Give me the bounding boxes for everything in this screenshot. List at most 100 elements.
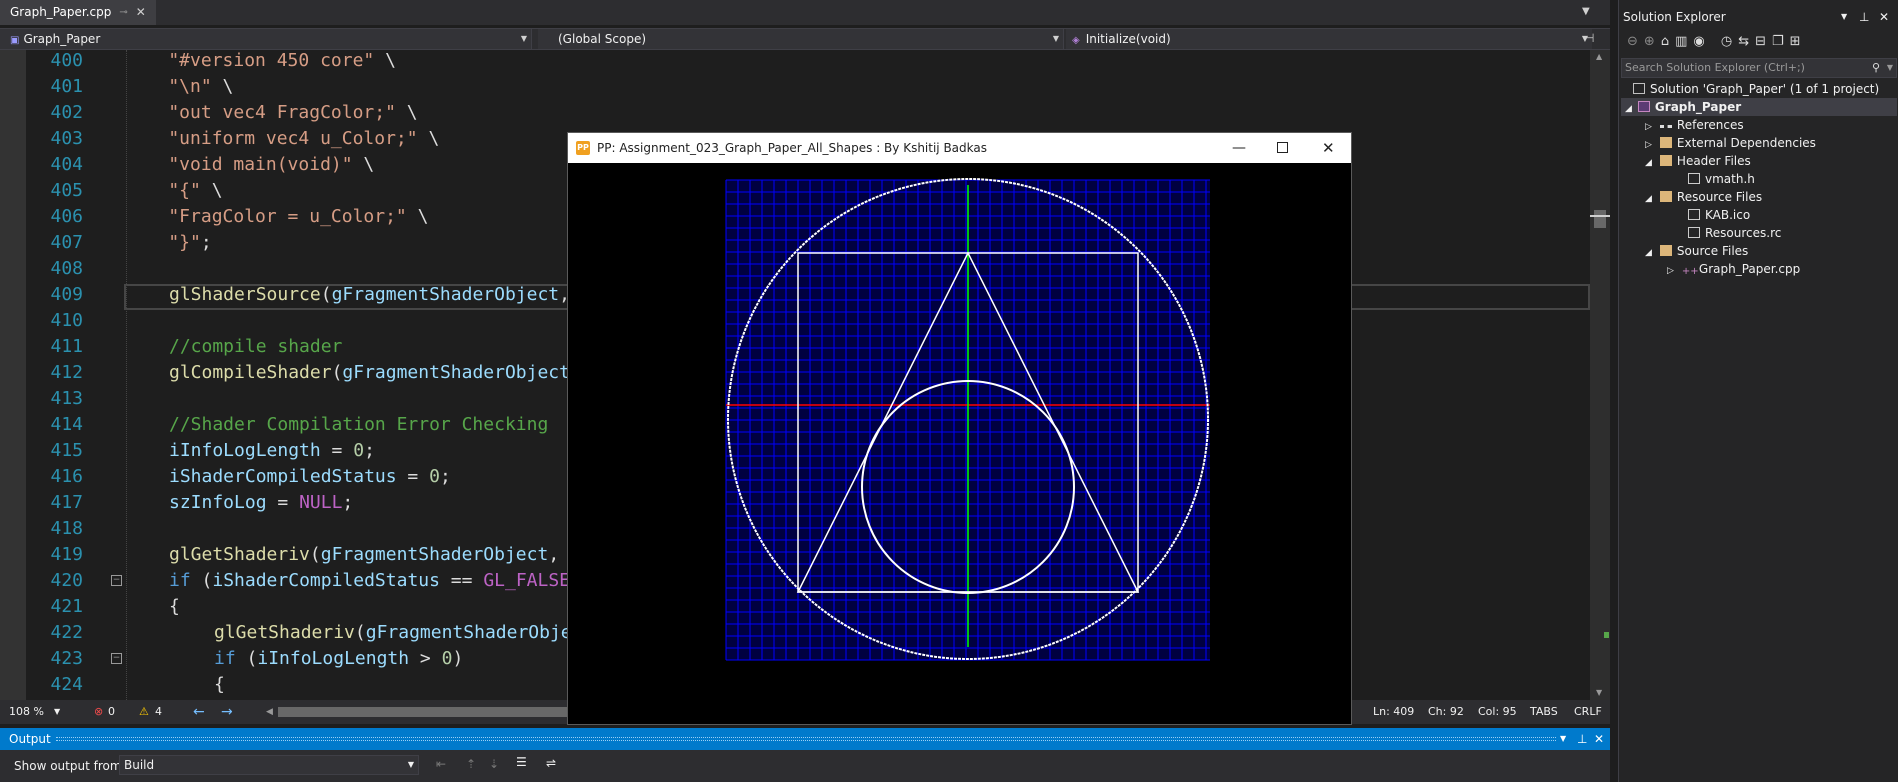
tree-item-references[interactable]: ▷ References (1645, 117, 1744, 136)
close-icon[interactable]: ✕ (1594, 728, 1604, 750)
maximize-icon[interactable] (1277, 142, 1288, 153)
navigate-forward-icon[interactable]: → (221, 700, 233, 724)
scroll-down-icon[interactable]: ▼ (1596, 688, 1602, 697)
scroll-up-icon[interactable]: ▲ (1596, 52, 1602, 61)
collapsed-arrow-icon[interactable]: ▷ (1667, 266, 1674, 276)
sync-icon[interactable]: ⇆ (1738, 34, 1755, 49)
method-icon: ◈ (1072, 35, 1080, 46)
pending-changes-icon[interactable]: ◷ (1721, 34, 1738, 49)
tree-item-source-files[interactable]: ◢ Source Files (1645, 243, 1748, 262)
tree-label: Resources.rc (1705, 226, 1782, 240)
opengl-app-window[interactable]: PP PP: Assignment_023_Graph_Paper_All_Sh… (567, 132, 1352, 725)
pin-icon[interactable]: ⊥ (1859, 6, 1869, 28)
word-wrap-icon[interactable]: ⇌ (546, 756, 556, 770)
close-icon[interactable]: ✕ (1879, 6, 1889, 28)
navigate-back-icon[interactable]: ← (193, 700, 205, 724)
close-icon[interactable]: ✕ (1322, 133, 1335, 163)
cpp-file-icon: ▣ (10, 35, 20, 46)
scrollbar-thumb[interactable] (1594, 210, 1606, 228)
member-dropdown[interactable]: ◈ Initialize(void) ▼ (1066, 29, 1592, 49)
solution-explorer-search-input[interactable]: Search Solution Explorer (Ctrl+;) ⚲ ▼ (1621, 58, 1897, 78)
code-line: if (iShaderCompiledStatus == GL_FALSE) (169, 570, 581, 591)
tree-item-external-dependencies[interactable]: ▷ External Dependencies (1645, 135, 1816, 154)
folder-icon (1659, 137, 1672, 148)
project-dropdown[interactable]: ▣ Graph_Paper ▼ (0, 29, 532, 49)
zoom-level[interactable]: 108 % (9, 700, 44, 724)
code-line: iShaderCompiledStatus = 0; (169, 466, 451, 487)
pin-icon[interactable]: ⊸ (119, 0, 127, 25)
expanded-arrow-icon[interactable]: ◢ (1625, 104, 1632, 114)
error-icon[interactable]: ⊗ (94, 700, 103, 724)
tree-item-kab-ico[interactable]: KAB.ico (1688, 207, 1750, 224)
horizontal-scrollbar-thumb[interactable] (278, 707, 568, 717)
expanded-arrow-icon[interactable]: ◢ (1645, 158, 1652, 168)
tree-item-solution[interactable]: Solution 'Graph_Paper' (1 of 1 project) (1633, 81, 1879, 98)
find-message-icon[interactable]: ⇤ (436, 757, 446, 771)
line-number: 421 (50, 596, 83, 617)
drag-grip[interactable] (56, 737, 1556, 741)
tree-item-graph-paper-cpp[interactable]: ▷ ++Graph_Paper.cpp (1667, 261, 1800, 280)
output-panel-header[interactable]: Output ▼ ⊥ ✕ (0, 728, 1610, 750)
line-ending-indicator[interactable]: CRLF (1574, 700, 1602, 724)
pin-icon[interactable]: ⊥ (1577, 728, 1587, 750)
previous-message-icon[interactable]: ⇡ (466, 757, 476, 771)
home-icon[interactable]: ⌂ (1661, 34, 1675, 49)
solution-explorer: Solution Explorer ▼ ⊥ ✕ ⊖⊕⌂▥◉ ◷⇆⊟❐⊞ Sear… (1618, 0, 1898, 782)
collapsed-arrow-icon[interactable]: ▷ (1645, 122, 1652, 132)
clear-all-icon[interactable]: ☰ (516, 755, 527, 769)
collapse-toggle-icon[interactable]: − (111, 653, 122, 664)
output-panel: Show output from: Build ▼ ⇤ ⇡ ⇣ ☰ ⇌ (0, 750, 1610, 782)
warning-icon[interactable]: ⚠ (139, 700, 149, 724)
tree-item-resources-rc[interactable]: Resources.rc (1688, 225, 1781, 242)
line-number: 419 (50, 544, 83, 565)
vs-icon[interactable]: ◉ (1693, 34, 1710, 49)
tree-item-vmath[interactable]: vmath.h (1688, 171, 1755, 188)
show-all-files-icon[interactable]: ❐ (1772, 34, 1790, 49)
scroll-left-icon[interactable]: ◀ (266, 700, 273, 724)
chevron-down-icon[interactable]: ▼ (1887, 59, 1893, 77)
search-icon[interactable]: ⚲ (1872, 59, 1880, 77)
collapse-toggle-icon[interactable]: − (111, 575, 122, 586)
collapse-all-icon[interactable]: ⊟ (1755, 34, 1772, 49)
chevron-down-icon[interactable]: ▼ (54, 700, 60, 724)
project-dropdown-label: Graph_Paper (23, 32, 101, 46)
collapsed-arrow-icon[interactable]: ▷ (1645, 140, 1652, 150)
scroll-position-marker (1590, 215, 1610, 217)
folder-icon (1659, 191, 1672, 202)
code-line: "FragColor = u_Color;" \ (125, 206, 429, 227)
line-number: 408 (50, 258, 83, 279)
warning-count[interactable]: 4 (155, 700, 162, 724)
forward-icon[interactable]: ⊕ (1644, 34, 1661, 49)
document-tab[interactable]: Graph_Paper.cpp ⊸ ✕ (0, 0, 156, 25)
switch-views-icon[interactable]: ▥ (1675, 34, 1693, 49)
tree-item-header-files[interactable]: ◢ Header Files (1645, 153, 1751, 172)
app-title-bar[interactable]: PP PP: Assignment_023_Graph_Paper_All_Sh… (568, 133, 1351, 163)
tree-label: Source Files (1676, 244, 1749, 258)
folder-icon (1659, 245, 1672, 256)
split-window-icon[interactable]: ⊣ (1584, 31, 1594, 45)
tabs-indicator[interactable]: TABS (1530, 700, 1558, 724)
output-source-dropdown[interactable]: Build ▼ (119, 755, 419, 775)
chevron-down-icon[interactable]: ▼ (1560, 728, 1566, 750)
error-count[interactable]: 0 (108, 700, 115, 724)
vertical-scrollbar[interactable]: ▲ ▼ (1590, 50, 1610, 700)
close-icon[interactable]: ✕ (136, 0, 146, 25)
expanded-arrow-icon[interactable]: ◢ (1645, 248, 1652, 258)
scope-dropdown[interactable]: (Global Scope) ▼ (538, 29, 1064, 49)
tab-list-dropdown-icon[interactable]: ▼ (1582, 6, 1590, 17)
tree-item-project[interactable]: ◢ Graph_Paper (1625, 99, 1741, 118)
line-number: 411 (50, 336, 83, 357)
back-icon[interactable]: ⊖ (1627, 34, 1644, 49)
chevron-down-icon[interactable]: ▼ (1841, 6, 1847, 28)
chevron-down-icon: ▼ (520, 34, 527, 43)
line-number: 416 (50, 466, 83, 487)
minimize-icon[interactable]: — (1232, 133, 1246, 163)
next-message-icon[interactable]: ⇣ (489, 757, 499, 771)
properties-icon[interactable]: ⊞ (1790, 34, 1807, 49)
code-line: { (214, 674, 225, 695)
tree-item-resource-files[interactable]: ◢ Resource Files (1645, 189, 1762, 208)
column-indicator: Col: 95 (1478, 705, 1517, 718)
cpp-file-icon: ++ (1681, 266, 1699, 277)
expanded-arrow-icon[interactable]: ◢ (1645, 194, 1652, 204)
line-number: 406 (50, 206, 83, 227)
